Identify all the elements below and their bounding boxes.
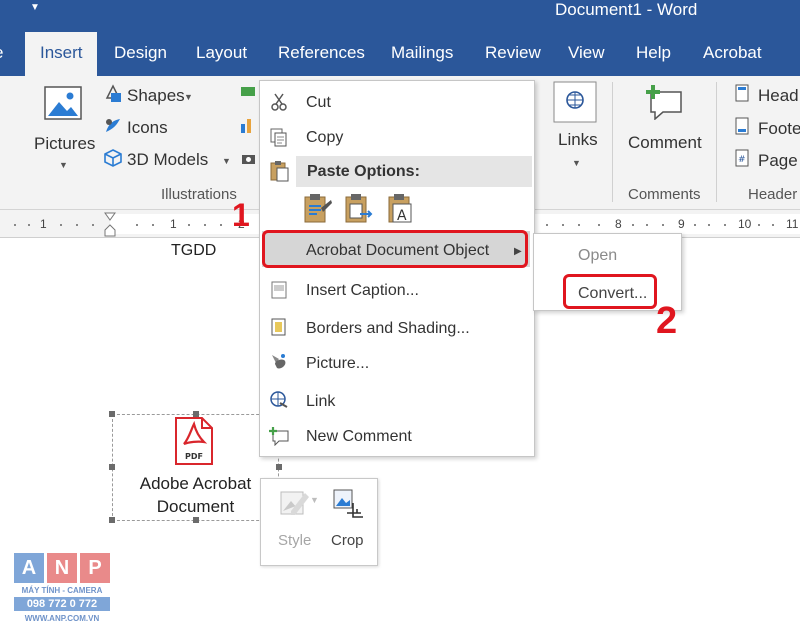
step-marker-2: 2 — [656, 300, 678, 342]
menu-item-picture[interactable]: Picture... — [306, 355, 369, 373]
paste-merge-icon[interactable] — [344, 192, 374, 229]
anp-watermark-logo: A N P MÁY TÍNH - CAMERA 098 772 0 772 WW… — [14, 553, 110, 627]
style-icon[interactable]: ▼ — [279, 489, 319, 524]
illustrations-group-label: Illustrations — [161, 186, 237, 203]
header-button[interactable]: Head — [758, 86, 799, 106]
submenu-item-open[interactable]: Open — [578, 247, 617, 265]
3d-models-icon — [103, 148, 123, 173]
page-number-button[interactable]: Page — [758, 151, 798, 171]
ruler-number: 10 — [738, 217, 752, 231]
document-text[interactable]: TGDD — [171, 242, 216, 260]
copy-icon — [270, 128, 288, 153]
svg-text:▼: ▼ — [310, 495, 319, 505]
tab-layout[interactable]: Layout — [196, 43, 247, 63]
resize-handle[interactable] — [109, 411, 115, 417]
shapes-icon — [103, 84, 123, 109]
ruler-number: 11 — [786, 217, 799, 231]
highlight-box-step-1 — [262, 230, 528, 268]
tab-references[interactable]: References — [278, 43, 365, 63]
paste-icon — [270, 160, 290, 187]
menu-item-copy[interactable]: Copy — [306, 129, 343, 147]
embedded-object-label: Adobe Acrobat Document — [139, 474, 252, 516]
group-separator — [716, 82, 717, 202]
page-number-icon: # — [735, 149, 749, 172]
menu-item-cut[interactable]: Cut — [306, 94, 331, 112]
svg-text:A: A — [397, 208, 407, 224]
footer-button[interactable]: Foote — [758, 119, 800, 139]
highlight-box-step-2 — [563, 274, 657, 309]
new-comment-menu-icon — [268, 426, 290, 451]
footer-icon — [735, 117, 749, 140]
pictures-caret-icon[interactable]: ▼ — [59, 160, 68, 170]
resize-handle[interactable] — [276, 464, 282, 470]
ruler-number: 1 — [170, 217, 177, 231]
menu-item-borders-shading[interactable]: Borders and Shading... — [306, 320, 470, 338]
comments-group-label: Comments — [628, 186, 701, 203]
group-separator — [612, 82, 613, 202]
paste-text-only-icon[interactable]: A — [387, 192, 417, 229]
tab-insert[interactable]: Insert — [25, 32, 97, 76]
smartart-icon-partial[interactable] — [239, 84, 257, 105]
svg-text:PDF: PDF — [185, 452, 203, 461]
chart-icon-partial[interactable] — [239, 116, 257, 139]
link-icon — [269, 390, 289, 415]
tab-design[interactable]: Design — [114, 43, 167, 63]
ruler-number: 9 — [678, 217, 685, 231]
ruler-number: 1 — [40, 217, 47, 231]
quick-access-caret-icon[interactable]: ▼ — [30, 2, 40, 13]
shapes-caret-icon[interactable]: ▼ — [184, 92, 193, 102]
tab-home-partial[interactable]: e — [0, 43, 3, 63]
links-caret-icon[interactable]: ▼ — [572, 158, 581, 168]
ribbon-tabs: e Insert Design Layout References Mailin… — [0, 32, 800, 76]
svg-text:#: # — [738, 155, 746, 165]
3d-models-button[interactable]: 3D Models — [127, 150, 208, 170]
header-footer-group-label: Header — [748, 186, 798, 203]
tab-acrobat[interactable]: Acrobat — [703, 43, 762, 63]
new-comment-icon[interactable] — [643, 84, 683, 125]
resize-handle[interactable] — [109, 464, 115, 470]
window-title: Document1 - Word — [555, 0, 698, 19]
menu-item-insert-caption[interactable]: Insert Caption... — [306, 282, 419, 300]
menu-item-new-comment[interactable]: New Comment — [306, 428, 412, 446]
indent-marker-icon[interactable] — [104, 212, 116, 243]
insert-caption-icon — [271, 281, 287, 304]
tab-mailings[interactable]: Mailings — [391, 43, 453, 63]
picture-icon — [269, 352, 289, 377]
links-icon[interactable] — [553, 81, 597, 128]
pictures-button[interactable]: Pictures — [34, 134, 95, 154]
pdf-file-icon[interactable]: PDF — [174, 416, 214, 471]
borders-shading-icon — [271, 318, 287, 341]
tab-help[interactable]: Help — [636, 43, 671, 63]
crop-button[interactable]: Crop — [331, 532, 364, 549]
tab-view[interactable]: View — [568, 43, 605, 63]
shapes-button[interactable]: Shapes — [127, 86, 185, 106]
3d-models-caret-icon[interactable]: ▼ — [222, 156, 231, 166]
context-menu — [259, 80, 535, 457]
style-button[interactable]: Style — [278, 532, 311, 549]
cut-icon — [270, 92, 288, 117]
step-marker-1: 1 — [232, 197, 250, 233]
header-icon — [735, 84, 749, 107]
ruler-number: 8 — [615, 217, 622, 231]
menu-item-link[interactable]: Link — [306, 393, 335, 411]
pictures-icon[interactable] — [44, 86, 82, 127]
paste-keep-source-icon[interactable] — [303, 192, 333, 229]
title-bar: ▼ Document1 - Word — [0, 0, 800, 32]
links-button[interactable]: Links — [558, 130, 598, 150]
icons-button[interactable]: Icons — [127, 118, 168, 138]
crop-icon[interactable] — [333, 489, 365, 526]
comment-button[interactable]: Comment — [628, 133, 702, 153]
tab-review[interactable]: Review — [485, 43, 541, 63]
paste-options-header: Paste Options: — [296, 156, 532, 187]
mini-toolbar: ▼ Style Crop — [260, 478, 378, 566]
screenshot-icon-partial[interactable] — [241, 152, 257, 171]
icons-icon — [103, 116, 123, 141]
